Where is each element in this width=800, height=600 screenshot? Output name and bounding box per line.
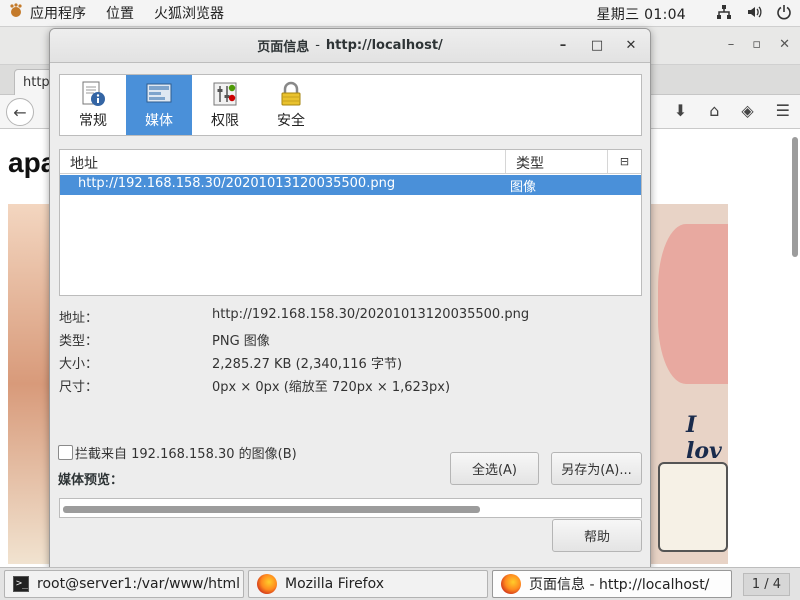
taskbar-item-terminal[interactable]: >_ root@server1:/var/www/html [4,570,244,598]
dimensions-value: 0px × 0px (缩放至 720px × 1,623px) [212,380,451,395]
dialog-minimize-icon[interactable]: – [556,38,570,53]
type-value: PNG 图像 [212,334,270,349]
column-picker-icon: ⊟ [619,155,630,168]
dialog-title: 页面信息 [257,40,310,55]
block-images-option[interactable]: 拦截来自 192.168.158.30 的图像(B) [58,443,297,462]
network-icon[interactable] [716,4,732,24]
home-icon[interactable]: ⌂ [709,101,719,120]
taskbar-item-label: Mozilla Firefox [285,576,385,592]
block-images-label: 拦截来自 192.168.158.30 的图像(B) [75,447,297,462]
page-scrollbar[interactable] [792,137,798,257]
media-properties: 地址： http://192.168.158.30/20201013120035… [59,307,642,399]
size-label: 大小： [59,357,99,372]
taskbar-item-firefox[interactable]: Mozilla Firefox [248,570,488,598]
info-icon [82,81,105,106]
places-label: 位置 [106,6,134,22]
media-icon [146,83,172,103]
tab-media[interactable]: 媒体 [126,75,192,135]
dialog-toolbar: 常规 媒体 权限 安全 [59,74,642,136]
terminal-icon: >_ [13,576,30,592]
image-art-left [8,204,50,564]
dialog-titlebar: 页面信息 - http://localhost/ – □ ✕ [50,29,650,63]
tab-security-label: 安全 [277,113,305,129]
tab-general-label: 常规 [79,113,107,129]
image-art-bus [658,462,728,552]
gnome-foot-icon [8,3,24,23]
permissions-icon [213,82,237,106]
media-list-header: 地址 类型 ⊟ [60,150,641,174]
top-panel: 应用程序 位置 火狐浏览器 星期三 01:04 [0,0,800,27]
column-picker-button[interactable]: ⊟ [608,150,641,173]
dimensions-label: 尺寸： [59,380,99,395]
tab-security[interactable]: 安全 [258,75,324,135]
address-label: 地址： [59,311,99,326]
minimize-icon[interactable]: – [728,37,735,52]
volume-icon[interactable] [746,4,762,24]
image-overlay-text: I lov [686,412,722,464]
dialog-close-icon[interactable]: ✕ [624,38,638,53]
places-menu[interactable]: 位置 [98,0,146,26]
dialog-maximize-icon[interactable]: □ [590,38,604,53]
firefox-icon [501,574,521,594]
column-header-type[interactable]: 类型 [506,150,608,173]
pocket-icon[interactable]: ◈ [741,101,753,120]
media-list: 地址 类型 ⊟ http://192.168.158.30/2020101312… [59,149,642,296]
active-app-menu[interactable]: 火狐浏览器 [146,0,236,26]
active-app-label: 火狐浏览器 [154,6,224,22]
help-button[interactable]: 帮助 [552,519,642,552]
download-icon[interactable]: ⬇ [674,101,687,120]
taskbar-item-page-info[interactable]: 页面信息 - http://localhost/ [492,570,732,598]
column-header-address[interactable]: 地址 [60,150,506,173]
tab-general[interactable]: 常规 [60,75,126,135]
tab-permissions-label: 权限 [211,113,239,129]
applications-menu[interactable]: 应用程序 [0,0,98,26]
clock[interactable]: 星期三 01:04 [597,4,687,24]
media-preview-label: 媒体预览： [58,473,124,488]
table-row[interactable]: http://192.168.158.30/20201013120035500.… [60,175,641,195]
dialog-title-separator: - [315,38,320,53]
preview-scrollbar[interactable] [63,506,480,513]
size-value: 2,285.27 KB (2,340,116 字节) [212,357,403,372]
lock-icon [281,81,301,106]
type-label: 类型： [59,334,99,349]
block-images-checkbox[interactable] [58,445,73,460]
tab-permissions[interactable]: 权限 [192,75,258,135]
save-as-button[interactable]: 另存为(A)... [551,452,642,485]
power-icon[interactable] [776,4,792,24]
media-row-type: 图像 [510,180,537,195]
browser-tab[interactable]: http [14,69,54,95]
image-art-face [658,224,728,384]
maximize-icon[interactable]: ▫ [752,37,761,52]
media-preview-area [59,498,642,518]
back-arrow-icon: ← [13,102,27,122]
firefox-icon [257,574,277,594]
select-all-button[interactable]: 全选(A) [450,452,539,485]
taskbar-item-label: root@server1:/var/www/html [37,576,241,592]
taskbar: >_ root@server1:/var/www/html Mozilla Fi… [0,567,800,600]
workspace-pager[interactable]: 1 / 4 [742,572,790,596]
tab-media-label: 媒体 [145,113,173,129]
close-icon[interactable]: ✕ [779,37,790,52]
menu-icon[interactable]: ☰ [776,101,790,120]
dialog-title-url: http://localhost/ [325,38,443,53]
page-info-dialog: 页面信息 - http://localhost/ – □ ✕ 常规 媒体 权限 … [49,28,651,568]
applications-label: 应用程序 [30,6,86,22]
address-value: http://192.168.158.30/20201013120035500.… [212,307,530,322]
taskbar-item-label: 页面信息 - http://localhost/ [529,577,710,593]
media-row-address: http://192.168.158.30/20201013120035500.… [78,176,396,191]
back-button[interactable]: ← [6,98,34,126]
